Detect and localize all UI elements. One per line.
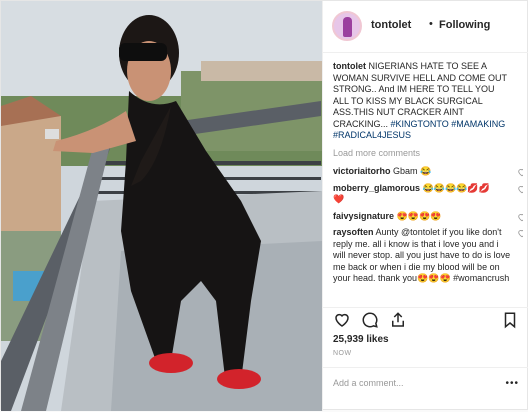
comment-username[interactable]: raysoften xyxy=(333,227,374,237)
comment-text: 😂😂😂😂💋💋 xyxy=(422,182,490,193)
comment-row: moberry_glamorous 😂😂😂😂💋💋 ❤️ xyxy=(333,183,523,206)
comment-username[interactable]: moberry_glamorous xyxy=(333,183,420,193)
avatar[interactable] xyxy=(332,11,362,41)
like-comment-heart-icon[interactable] xyxy=(517,167,523,177)
instagram-post: tontolet • Following tontolet NIGERIANS … xyxy=(0,0,528,411)
comment-icon[interactable] xyxy=(361,311,379,329)
following-button[interactable]: Following xyxy=(439,19,490,31)
header-username[interactable]: tontolet xyxy=(371,19,411,31)
add-comment-bar: Add a comment... ••• xyxy=(323,367,528,412)
comment-row: raysoften Aunty @tontolet if you like do… xyxy=(333,227,523,285)
post-photo[interactable] xyxy=(1,1,322,411)
comment-text: 😍😍😍😍 xyxy=(396,210,442,221)
like-comment-heart-icon[interactable] xyxy=(517,212,523,222)
heart-icon[interactable] xyxy=(333,311,351,329)
comments-list: tontolet NIGERIANS HATE TO SEE A WOMAN S… xyxy=(333,61,523,301)
comment-text: Gbam 😂 xyxy=(393,166,432,176)
post-side-panel: tontolet • Following tontolet NIGERIANS … xyxy=(322,1,528,411)
bookmark-icon[interactable] xyxy=(501,311,519,329)
caption-username[interactable]: tontolet xyxy=(333,61,366,71)
likes-count[interactable]: 25,939 likes xyxy=(333,334,389,345)
post-header: tontolet • Following xyxy=(323,1,528,53)
post-date: NOW xyxy=(333,350,352,357)
add-comment-input[interactable]: Add a comment... xyxy=(333,378,404,388)
like-comment-heart-icon[interactable] xyxy=(517,184,523,194)
comment-row: faivysignature 😍😍😍😍 xyxy=(333,211,523,223)
more-options-icon[interactable]: ••• xyxy=(505,378,519,389)
like-comment-heart-icon[interactable] xyxy=(517,228,523,238)
comment-text-heart: ❤️ xyxy=(333,194,345,204)
comment-username[interactable]: faivysignature xyxy=(333,211,394,221)
caption: tontolet NIGERIANS HATE TO SEE A WOMAN S… xyxy=(333,61,523,142)
comment-row: victoriaitorho Gbam 😂 xyxy=(333,166,523,178)
photo-illustration xyxy=(1,1,322,411)
separator-dot: • xyxy=(429,18,433,30)
action-bar xyxy=(323,307,528,330)
load-more-comments[interactable]: Load more comments xyxy=(333,148,523,160)
comment-username[interactable]: victoriaitorho xyxy=(333,166,391,176)
share-icon[interactable] xyxy=(389,311,407,329)
